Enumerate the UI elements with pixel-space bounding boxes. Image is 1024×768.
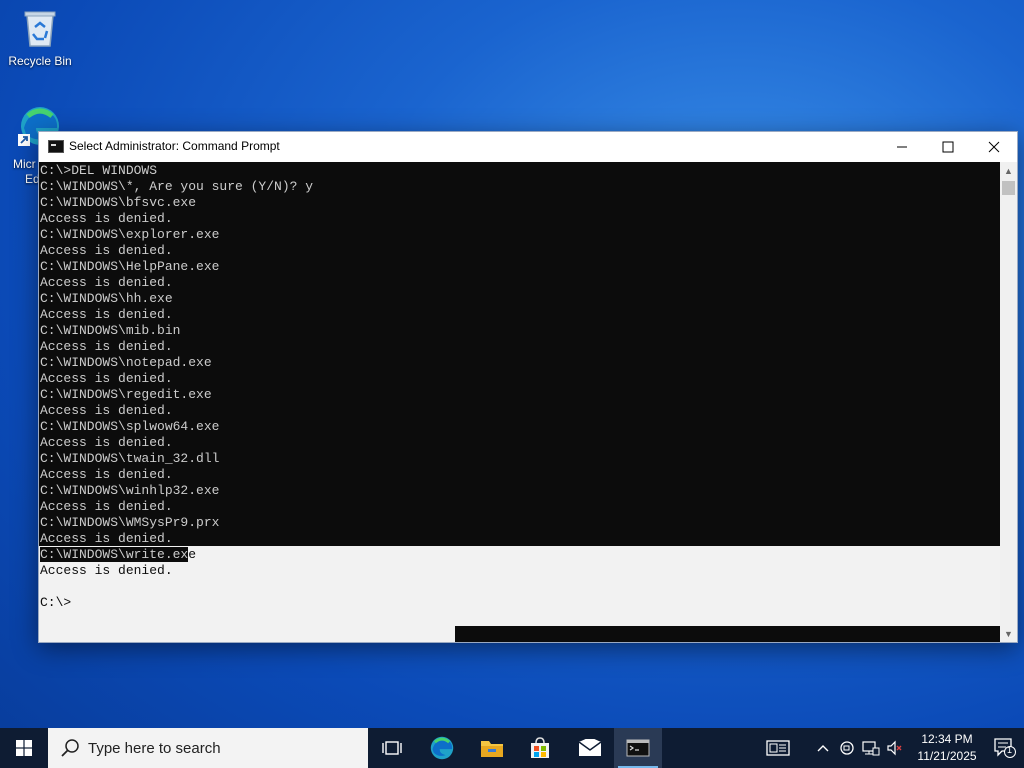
console-line: C:\WINDOWS\mib.bin — [40, 323, 181, 338]
console-line-selected — [40, 579, 313, 595]
console-line: C:\WINDOWS\explorer.exe — [40, 227, 220, 242]
search-icon — [61, 739, 79, 757]
file-explorer-taskbar-button[interactable] — [468, 728, 516, 768]
console-output[interactable]: C:\>DEL WINDOWS C:\WINDOWS\*, Are you sur… — [39, 162, 1000, 642]
maximize-button[interactable] — [925, 132, 971, 162]
console-line: Access is denied. — [40, 499, 173, 514]
console-line: Access is denied. — [40, 275, 173, 290]
console-line-selected: Access is denied. — [40, 563, 173, 578]
minimize-icon — [897, 146, 907, 148]
news-widget-button[interactable] — [762, 728, 794, 768]
console-line: Access is denied. — [40, 467, 173, 482]
console-line: C:\WINDOWS\HelpPane.exe — [40, 259, 220, 274]
taskbar: Type here to search 12:34 PM 11/21/2025 … — [0, 728, 1024, 768]
console-line-selected: C:\> — [40, 595, 72, 610]
action-center-button[interactable]: 1 — [994, 738, 1016, 758]
console-line: C:\WINDOWS\*, Are you sure (Y/N)? y — [40, 179, 314, 194]
taskbar-search-box[interactable]: Type here to search — [48, 728, 368, 768]
edge-icon — [430, 736, 454, 760]
meet-now-icon — [840, 741, 854, 755]
console-line: Access is denied. — [40, 403, 173, 418]
console-line: Access is denied. — [40, 339, 173, 354]
console-line: Access is denied. — [40, 531, 173, 546]
console-line: C:\WINDOWS\twain_32.dll — [40, 451, 220, 466]
clock-date: 11/21/2025 — [917, 749, 977, 763]
command-prompt-icon — [626, 739, 650, 757]
close-button[interactable] — [971, 132, 1017, 162]
network-button[interactable] — [860, 728, 882, 768]
scroll-down-arrow-icon[interactable]: ▼ — [1000, 625, 1017, 642]
task-view-icon — [382, 741, 402, 755]
show-hidden-icons-button[interactable] — [812, 728, 834, 768]
console-line: C:\WINDOWS\WMSysPr9.prx — [40, 515, 220, 530]
window-title: Select Administrator: Command Prompt — [69, 139, 280, 153]
console-line: C:\WINDOWS\hh.exe — [40, 291, 173, 306]
edge-taskbar-button[interactable] — [418, 728, 466, 768]
meet-now-button[interactable] — [836, 728, 858, 768]
speaker-muted-icon — [887, 740, 902, 756]
console-line: Access is denied. — [40, 307, 173, 322]
search-placeholder: Type here to search — [88, 739, 221, 757]
window-titlebar[interactable]: Select Administrator: Command Prompt — [39, 132, 1017, 162]
network-icon — [862, 741, 880, 756]
console-lines: C:\>DEL WINDOWS C:\WINDOWS\*, Are you sur… — [40, 163, 313, 611]
mail-icon — [578, 739, 602, 756]
console-line: C:\WINDOWS\regedit.exe — [40, 387, 212, 402]
console-line: Access is denied. — [40, 435, 173, 450]
notification-count: 1 — [1007, 745, 1013, 755]
console-line: C:\WINDOWS\splwow64.exe — [40, 419, 220, 434]
folder-icon — [481, 741, 503, 757]
console-line: C:\WINDOWS\notepad.exe — [40, 355, 212, 370]
minimize-button[interactable] — [879, 132, 925, 162]
recycle-bin-icon — [18, 6, 62, 50]
console-line: Access is denied. — [40, 371, 173, 386]
console-line: Access is denied. — [40, 211, 173, 226]
console-scrollbar[interactable]: ▲ ▼ — [1000, 162, 1017, 642]
chevron-up-icon — [817, 745, 829, 752]
mail-taskbar-button[interactable] — [566, 728, 614, 768]
scroll-up-arrow-icon[interactable]: ▲ — [1000, 162, 1017, 179]
clock-time: 12:34 PM — [921, 732, 973, 746]
recycle-bin-desktop-icon[interactable]: Recycle Bin — [0, 6, 80, 68]
command-prompt-taskbar-button[interactable] — [614, 728, 662, 768]
console-line: C:\WINDOWS\winhlp32.exe — [40, 483, 220, 498]
close-icon — [988, 141, 1000, 153]
command-prompt-icon — [48, 140, 64, 153]
edge-desktop-label: Micr Ed — [13, 157, 40, 186]
console-line: C:\WINDOWS\bfsvc.exe — [40, 195, 197, 210]
task-view-button[interactable] — [368, 728, 416, 768]
taskbar-clock[interactable]: 12:34 PM 11/21/2025 — [912, 731, 982, 765]
recycle-bin-label: Recycle Bin — [8, 54, 72, 68]
microsoft-store-taskbar-button[interactable] — [516, 728, 564, 768]
start-button[interactable] — [0, 728, 48, 768]
notification-icon — [994, 738, 1016, 758]
store-icon — [531, 737, 549, 758]
maximize-icon — [942, 141, 954, 153]
selection-highlight-tail — [39, 626, 455, 642]
news-icon — [766, 740, 790, 756]
console-line: C:\>DEL WINDOWS — [40, 163, 158, 178]
console-line: Access is denied. — [40, 243, 173, 258]
volume-button[interactable] — [884, 728, 906, 768]
console-line-partially-selected: C:\WINDOWS\write.exe — [40, 547, 197, 562]
windows-logo-icon — [16, 740, 32, 756]
command-prompt-window[interactable]: Select Administrator: Command Prompt C:\… — [38, 131, 1018, 643]
scrollbar-thumb[interactable] — [1002, 181, 1015, 195]
